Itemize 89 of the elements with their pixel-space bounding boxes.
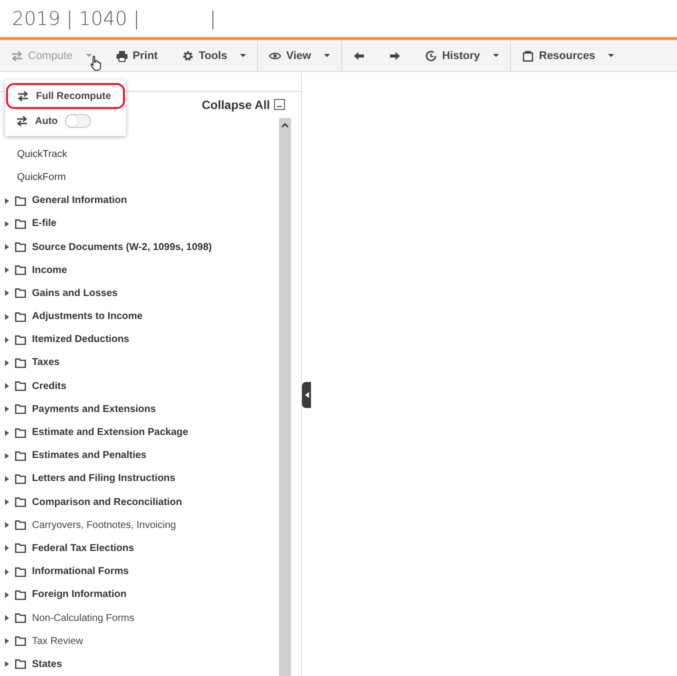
folder-item[interactable]: Informational Forms <box>0 560 279 584</box>
folder-icon <box>15 381 26 392</box>
folder-icon <box>15 566 26 577</box>
folder-item[interactable]: Payments and Extensions <box>0 398 279 421</box>
expand-icon[interactable] <box>5 476 9 482</box>
expand-icon[interactable] <box>5 267 9 274</box>
folder-icon <box>15 358 26 368</box>
toolbar-button[interactable]: History <box>420 50 504 62</box>
folder-icon <box>15 659 26 670</box>
expand-icon[interactable] <box>5 314 9 320</box>
left-arrow-icon <box>353 50 366 62</box>
menu-item[interactable]: Full Recompute <box>6 83 125 109</box>
folder-item[interactable]: Comparison and Reconciliation <box>0 490 279 514</box>
expand-icon[interactable] <box>5 336 9 343</box>
minus-icon <box>274 99 285 110</box>
folder-icon <box>15 404 26 414</box>
toggle-label: Auto <box>35 116 58 126</box>
expand-icon[interactable] <box>5 244 9 250</box>
folder-item[interactable]: E-file <box>0 212 279 236</box>
expand-icon[interactable] <box>5 568 9 575</box>
expand-icon[interactable] <box>5 592 9 598</box>
folder-item[interactable]: Income <box>0 258 279 282</box>
scroll-up-icon[interactable] <box>281 122 289 128</box>
folder-item[interactable]: Carryovers, Footnotes, Invoicing <box>0 514 279 537</box>
folder-icon <box>15 265 26 276</box>
folder-item[interactable]: Itemized Deductions <box>0 328 279 352</box>
toolbar-button[interactable]: View <box>264 50 336 62</box>
folder-icon <box>15 196 26 206</box>
tree-link[interactable]: QuickTrack <box>0 142 279 166</box>
folder-icon <box>15 428 26 438</box>
collapse-handle[interactable] <box>302 382 311 408</box>
folder-icon <box>15 590 26 600</box>
expand-icon[interactable] <box>5 522 9 528</box>
expand-icon[interactable] <box>5 452 9 459</box>
expand-icon[interactable] <box>5 290 9 296</box>
folder-icon <box>15 497 26 508</box>
collapse-all-button[interactable]: Collapse All <box>202 98 285 112</box>
folder-icon <box>15 242 26 252</box>
folder-icon <box>15 450 26 461</box>
folder-item[interactable]: Tax Review <box>0 630 279 653</box>
expand-icon[interactable] <box>5 220 9 227</box>
folder-icon <box>15 218 26 229</box>
toolbar-button[interactable]: Print <box>110 50 163 62</box>
swap-arrows-icon <box>17 90 29 102</box>
folder-icon <box>15 520 26 530</box>
folder-item[interactable]: Taxes <box>0 351 279 375</box>
return-title: | <box>210 8 216 30</box>
tree-link[interactable]: QuickForm <box>0 166 279 190</box>
expand-icon[interactable] <box>5 499 9 506</box>
folder-item[interactable]: Estimate and Extension Package <box>0 420 279 444</box>
folder-item[interactable]: Estimates and Penalties <box>0 444 279 468</box>
scrollbar[interactable] <box>279 118 291 676</box>
folder-icon <box>15 636 26 646</box>
expand-icon[interactable] <box>5 545 9 552</box>
folder-icon <box>15 288 26 298</box>
folder-icon <box>15 474 26 484</box>
swap-arrows-icon <box>16 115 28 127</box>
toggle-switch[interactable] <box>64 114 91 128</box>
folder-item[interactable]: Credits <box>0 374 279 398</box>
toolbar-button[interactable]: Resources <box>517 50 620 62</box>
folder-icon <box>15 543 26 554</box>
right-arrow-icon <box>389 50 402 62</box>
expand-icon[interactable] <box>5 615 9 622</box>
folder-item[interactable]: Non-Calculating Forms <box>0 606 279 630</box>
folder-item[interactable]: Letters and Filing Instructions <box>0 467 279 490</box>
expand-icon[interactable] <box>5 406 9 412</box>
folder-icon <box>15 334 26 345</box>
expand-icon[interactable] <box>5 661 9 668</box>
folder-item[interactable]: Gains and Losses <box>0 282 279 305</box>
expand-icon[interactable] <box>5 198 9 204</box>
folder-item[interactable]: Adjustments to Income <box>0 305 279 328</box>
print-icon <box>116 50 128 62</box>
settings-icon <box>182 50 194 62</box>
clock-icon <box>425 50 438 62</box>
folder-item[interactable]: General Information <box>0 189 279 212</box>
expand-icon[interactable] <box>5 638 9 644</box>
swap-arrows-icon <box>11 50 23 62</box>
folder-item[interactable]: Federal Tax Elections <box>0 536 279 560</box>
folder-item[interactable]: Foreign Information <box>0 583 279 606</box>
folder-icon <box>15 613 26 624</box>
expand-icon[interactable] <box>5 383 9 390</box>
folder-icon <box>15 312 26 322</box>
folder-item[interactable]: States <box>0 652 279 676</box>
folder-item[interactable]: Source Documents (W-2, 1099s, 1098) <box>0 235 279 259</box>
expand-icon[interactable] <box>5 430 9 436</box>
expand-icon[interactable] <box>5 360 9 366</box>
toolbar-button[interactable]: Tools <box>176 50 252 62</box>
folder-case-icon <box>522 50 534 62</box>
return-title: 2019 | 1040 | <box>12 8 140 30</box>
